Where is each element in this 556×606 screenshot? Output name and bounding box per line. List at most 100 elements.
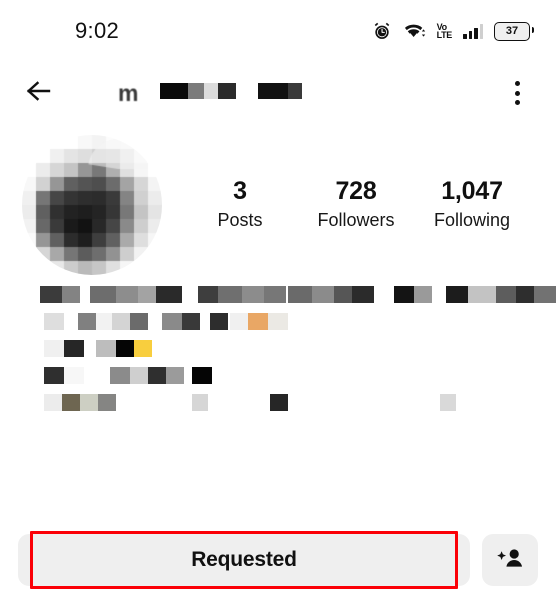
bio-gap: [64, 313, 78, 314]
bio-gap: [182, 286, 198, 287]
bio-gap: [84, 340, 96, 341]
bio-redacted-block: [44, 394, 62, 411]
bio-redacted-block: [148, 367, 166, 384]
back-button[interactable]: [18, 71, 62, 115]
stat-following-label: Following: [433, 209, 511, 230]
bio-redacted-block: [268, 313, 288, 330]
person-add-icon: [496, 546, 524, 575]
battery-percent-label: 37: [505, 24, 519, 37]
bio-redacted-block: [130, 367, 148, 384]
bio-redacted-block: [192, 367, 212, 384]
bio-gap: [22, 340, 44, 341]
volte-line-2: LTE: [436, 30, 453, 40]
bio-gap: [148, 313, 162, 314]
bio-redacted-block: [44, 367, 64, 384]
bio-redacted-block: [414, 286, 432, 303]
bio-redacted-block: [112, 313, 130, 330]
bio-line: [22, 367, 542, 387]
bio-line: [22, 313, 542, 333]
bio-gap: [184, 367, 192, 368]
bio-gap: [22, 367, 44, 368]
bio-redacted-block: [534, 286, 556, 303]
status-bar: 9:02 Vo LTE 37: [0, 0, 556, 62]
wifi-icon: [403, 21, 426, 41]
bio-gap: [84, 367, 110, 368]
requested-button[interactable]: Requested: [18, 531, 470, 589]
signal-bars-icon: [463, 23, 483, 39]
stat-followers[interactable]: 728 Followers: [313, 177, 399, 233]
bio-redacted-block: [62, 286, 80, 303]
alarm-icon: [372, 21, 392, 41]
bio-line: [22, 286, 556, 306]
stat-posts-value: 3: [233, 177, 247, 206]
bio-redacted-block: [264, 286, 286, 303]
bio-redacted-block: [468, 286, 496, 303]
bio-redacted-block: [210, 313, 228, 330]
bio-gap: [80, 286, 90, 287]
bio-gap: [200, 313, 210, 314]
bio-redacted-block: [110, 367, 130, 384]
bio-redacted-block: [242, 286, 264, 303]
stat-posts-label: Posts: [217, 209, 263, 230]
bio-redacted-block: [96, 313, 112, 330]
bio-gap: [22, 394, 44, 395]
app-header: m: [0, 62, 556, 124]
bio-redacted-block: [138, 286, 156, 303]
bio-redacted-block: [198, 286, 218, 303]
bio-gap: [432, 286, 446, 287]
bio-redacted-block: [130, 313, 148, 330]
profile-action-row: Requested: [0, 531, 556, 589]
bio-gap: [374, 286, 394, 287]
bio-redacted-block: [90, 286, 116, 303]
add-person-button[interactable]: [482, 534, 538, 586]
bio-redacted-block: [156, 286, 182, 303]
bio-gap: [22, 313, 44, 314]
bio-redacted-block: [270, 394, 288, 411]
bio-redacted-block: [98, 394, 116, 411]
status-bar-icons: Vo LTE 37: [372, 21, 534, 41]
stat-posts[interactable]: 3 Posts: [197, 177, 283, 233]
stat-followers-value: 728: [335, 177, 377, 206]
username-redacted-block: [140, 80, 320, 107]
bio-redacted-block: [80, 394, 98, 411]
profile-header-row: 3 Posts 728 Followers 1,047 Following: [0, 124, 556, 275]
bio-redacted-block: [40, 286, 62, 303]
bio-redacted-block: [516, 286, 534, 303]
bio-line: [22, 340, 542, 360]
requested-button-label: Requested: [191, 548, 297, 571]
username-visible-initial: m: [118, 79, 139, 106]
bio-redacted-block: [96, 340, 116, 357]
bio-redacted-block: [192, 394, 208, 411]
bio-redacted-block: [62, 394, 80, 411]
avatar[interactable]: [22, 135, 162, 275]
bio-redacted-block: [162, 313, 182, 330]
more-vertical-icon[interactable]: [500, 71, 534, 115]
bio-gap: [288, 394, 440, 395]
bio-redacted-block: [334, 286, 352, 303]
bio-redacted-block: [496, 286, 516, 303]
bio-redacted-block: [116, 286, 138, 303]
stat-followers-label: Followers: [317, 209, 395, 230]
bio-redacted-block: [44, 340, 64, 357]
stat-following-value: 1,047: [441, 177, 503, 206]
avatar-pixelated-image: [22, 135, 162, 275]
bio-line: [22, 394, 542, 414]
bio-redacted-block: [134, 340, 152, 357]
bio-redacted-block: [64, 367, 84, 384]
profile-username[interactable]: m: [118, 76, 500, 110]
bio-gap: [116, 394, 192, 395]
bio-redacted-block: [230, 313, 248, 330]
bio-redacted-block: [312, 286, 334, 303]
bio-redacted-block: [440, 394, 456, 411]
status-bar-clock: 9:02: [75, 18, 120, 43]
bio-redacted-block: [218, 286, 242, 303]
stat-following[interactable]: 1,047 Following: [429, 177, 515, 233]
bio-redacted-block: [166, 367, 184, 384]
bio-redacted-block: [248, 313, 268, 330]
bio-redacted-block: [116, 340, 134, 357]
bio-redacted-block: [64, 340, 84, 357]
arrow-left-icon: [25, 79, 55, 108]
profile-bio: [0, 274, 556, 414]
bio-redacted-block: [288, 286, 312, 303]
bio-gap: [22, 286, 40, 287]
